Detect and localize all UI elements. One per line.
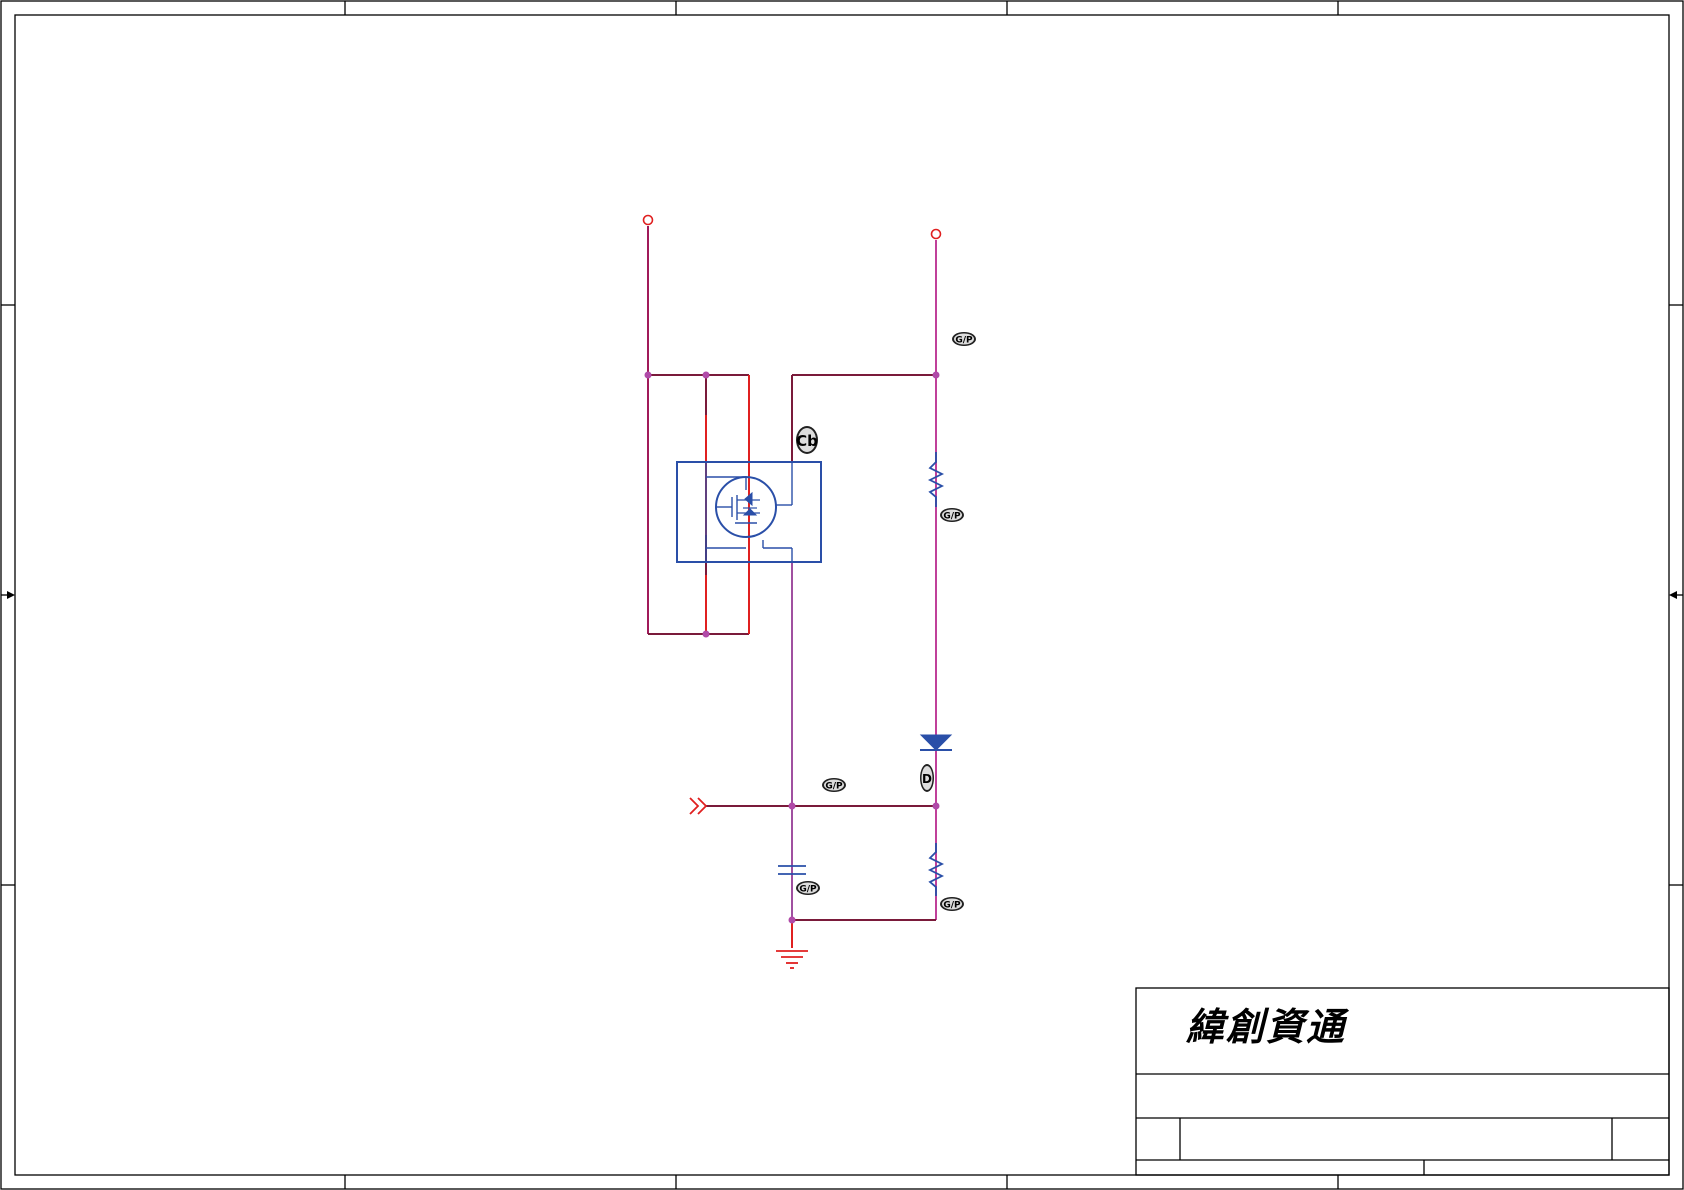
wires xyxy=(647,226,937,948)
tag-gp-1: G/P xyxy=(952,332,976,346)
ground-icon xyxy=(776,950,808,969)
company-logo: 緯創資通 xyxy=(1186,1004,1350,1049)
tag-gp-2: G/P xyxy=(940,508,964,522)
tag-gp-4: G/P xyxy=(796,881,820,895)
junction-dot xyxy=(932,802,940,810)
terminal-left xyxy=(642,214,654,226)
tag-gp-label: G/P xyxy=(955,336,973,346)
junction-dot xyxy=(644,371,652,379)
tag-gp-5: G/P xyxy=(940,897,964,911)
tag-d: D xyxy=(920,764,934,792)
junction-dot xyxy=(932,371,940,379)
terminal-right xyxy=(930,228,942,240)
tag-cb: Cb xyxy=(796,426,818,454)
tag-gp-label: G/P xyxy=(943,901,961,911)
tag-gp-label: G/P xyxy=(799,885,817,895)
tag-cb-label: Cb xyxy=(796,432,818,450)
junction-dot xyxy=(702,630,710,638)
tag-gp-3: G/P xyxy=(822,778,846,792)
schematic-sheet: 緯創資通 G/P G/P G/P G/P G/P Cb D xyxy=(0,0,1684,1190)
diode-icon xyxy=(919,734,953,751)
junction-dot xyxy=(702,371,710,379)
tag-gp-label: G/P xyxy=(825,782,843,792)
drawing-frame xyxy=(0,0,1684,1190)
offpage-connector-icon xyxy=(689,797,708,815)
tag-d-label: D xyxy=(922,772,932,786)
junction-dot xyxy=(788,916,796,924)
junction-dot xyxy=(788,802,796,810)
tag-gp-label: G/P xyxy=(943,512,961,522)
frame-center-arrows xyxy=(1,591,1683,599)
